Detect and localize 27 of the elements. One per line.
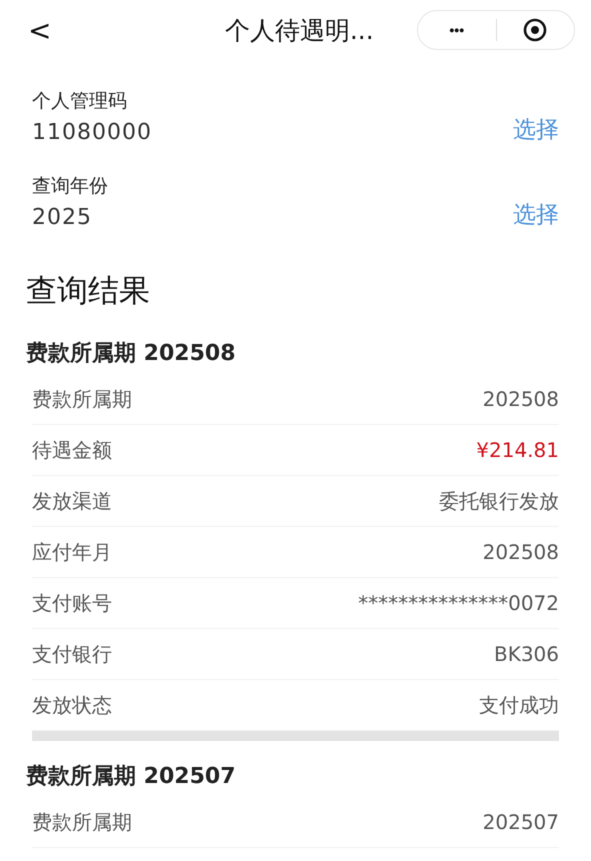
row-label: 支付银行: [32, 640, 112, 668]
field-value: 2025: [32, 205, 93, 230]
section-title: 查询结果: [25, 272, 151, 311]
row-label: 支付账号: [32, 590, 112, 616]
target-icon: [523, 18, 548, 42]
field-label: 个人管理码: [32, 89, 128, 114]
row-value: BK306: [494, 642, 559, 666]
row-label: 发放状态: [32, 692, 112, 718]
row-value: 202508: [482, 387, 559, 411]
row-label: 费款所属期: [32, 808, 132, 836]
amount-value: ¥214.81: [476, 438, 559, 462]
back-button[interactable]: <: [28, 14, 52, 46]
row-value: ***************0072: [358, 591, 559, 615]
more-button[interactable]: •••: [418, 11, 496, 49]
group-title: 费款所属期 202507: [24, 763, 237, 791]
row-value: 支付成功: [479, 692, 559, 718]
group-title: 费款所属期 202508: [24, 340, 237, 368]
row-value: 202507: [482, 810, 559, 834]
page-title: 个人待遇明...: [224, 14, 375, 46]
row-value: 202508: [482, 540, 559, 564]
row-label: 发放渠道: [32, 488, 112, 514]
row-value: 委托银行发放: [439, 488, 559, 514]
row-label: 待遇金额: [32, 436, 112, 464]
field-label: 查询年份: [32, 174, 108, 199]
row-label: 应付年月: [32, 538, 112, 566]
field-value: 11080000: [32, 120, 152, 145]
row-label: 费款所属期: [32, 386, 132, 412]
